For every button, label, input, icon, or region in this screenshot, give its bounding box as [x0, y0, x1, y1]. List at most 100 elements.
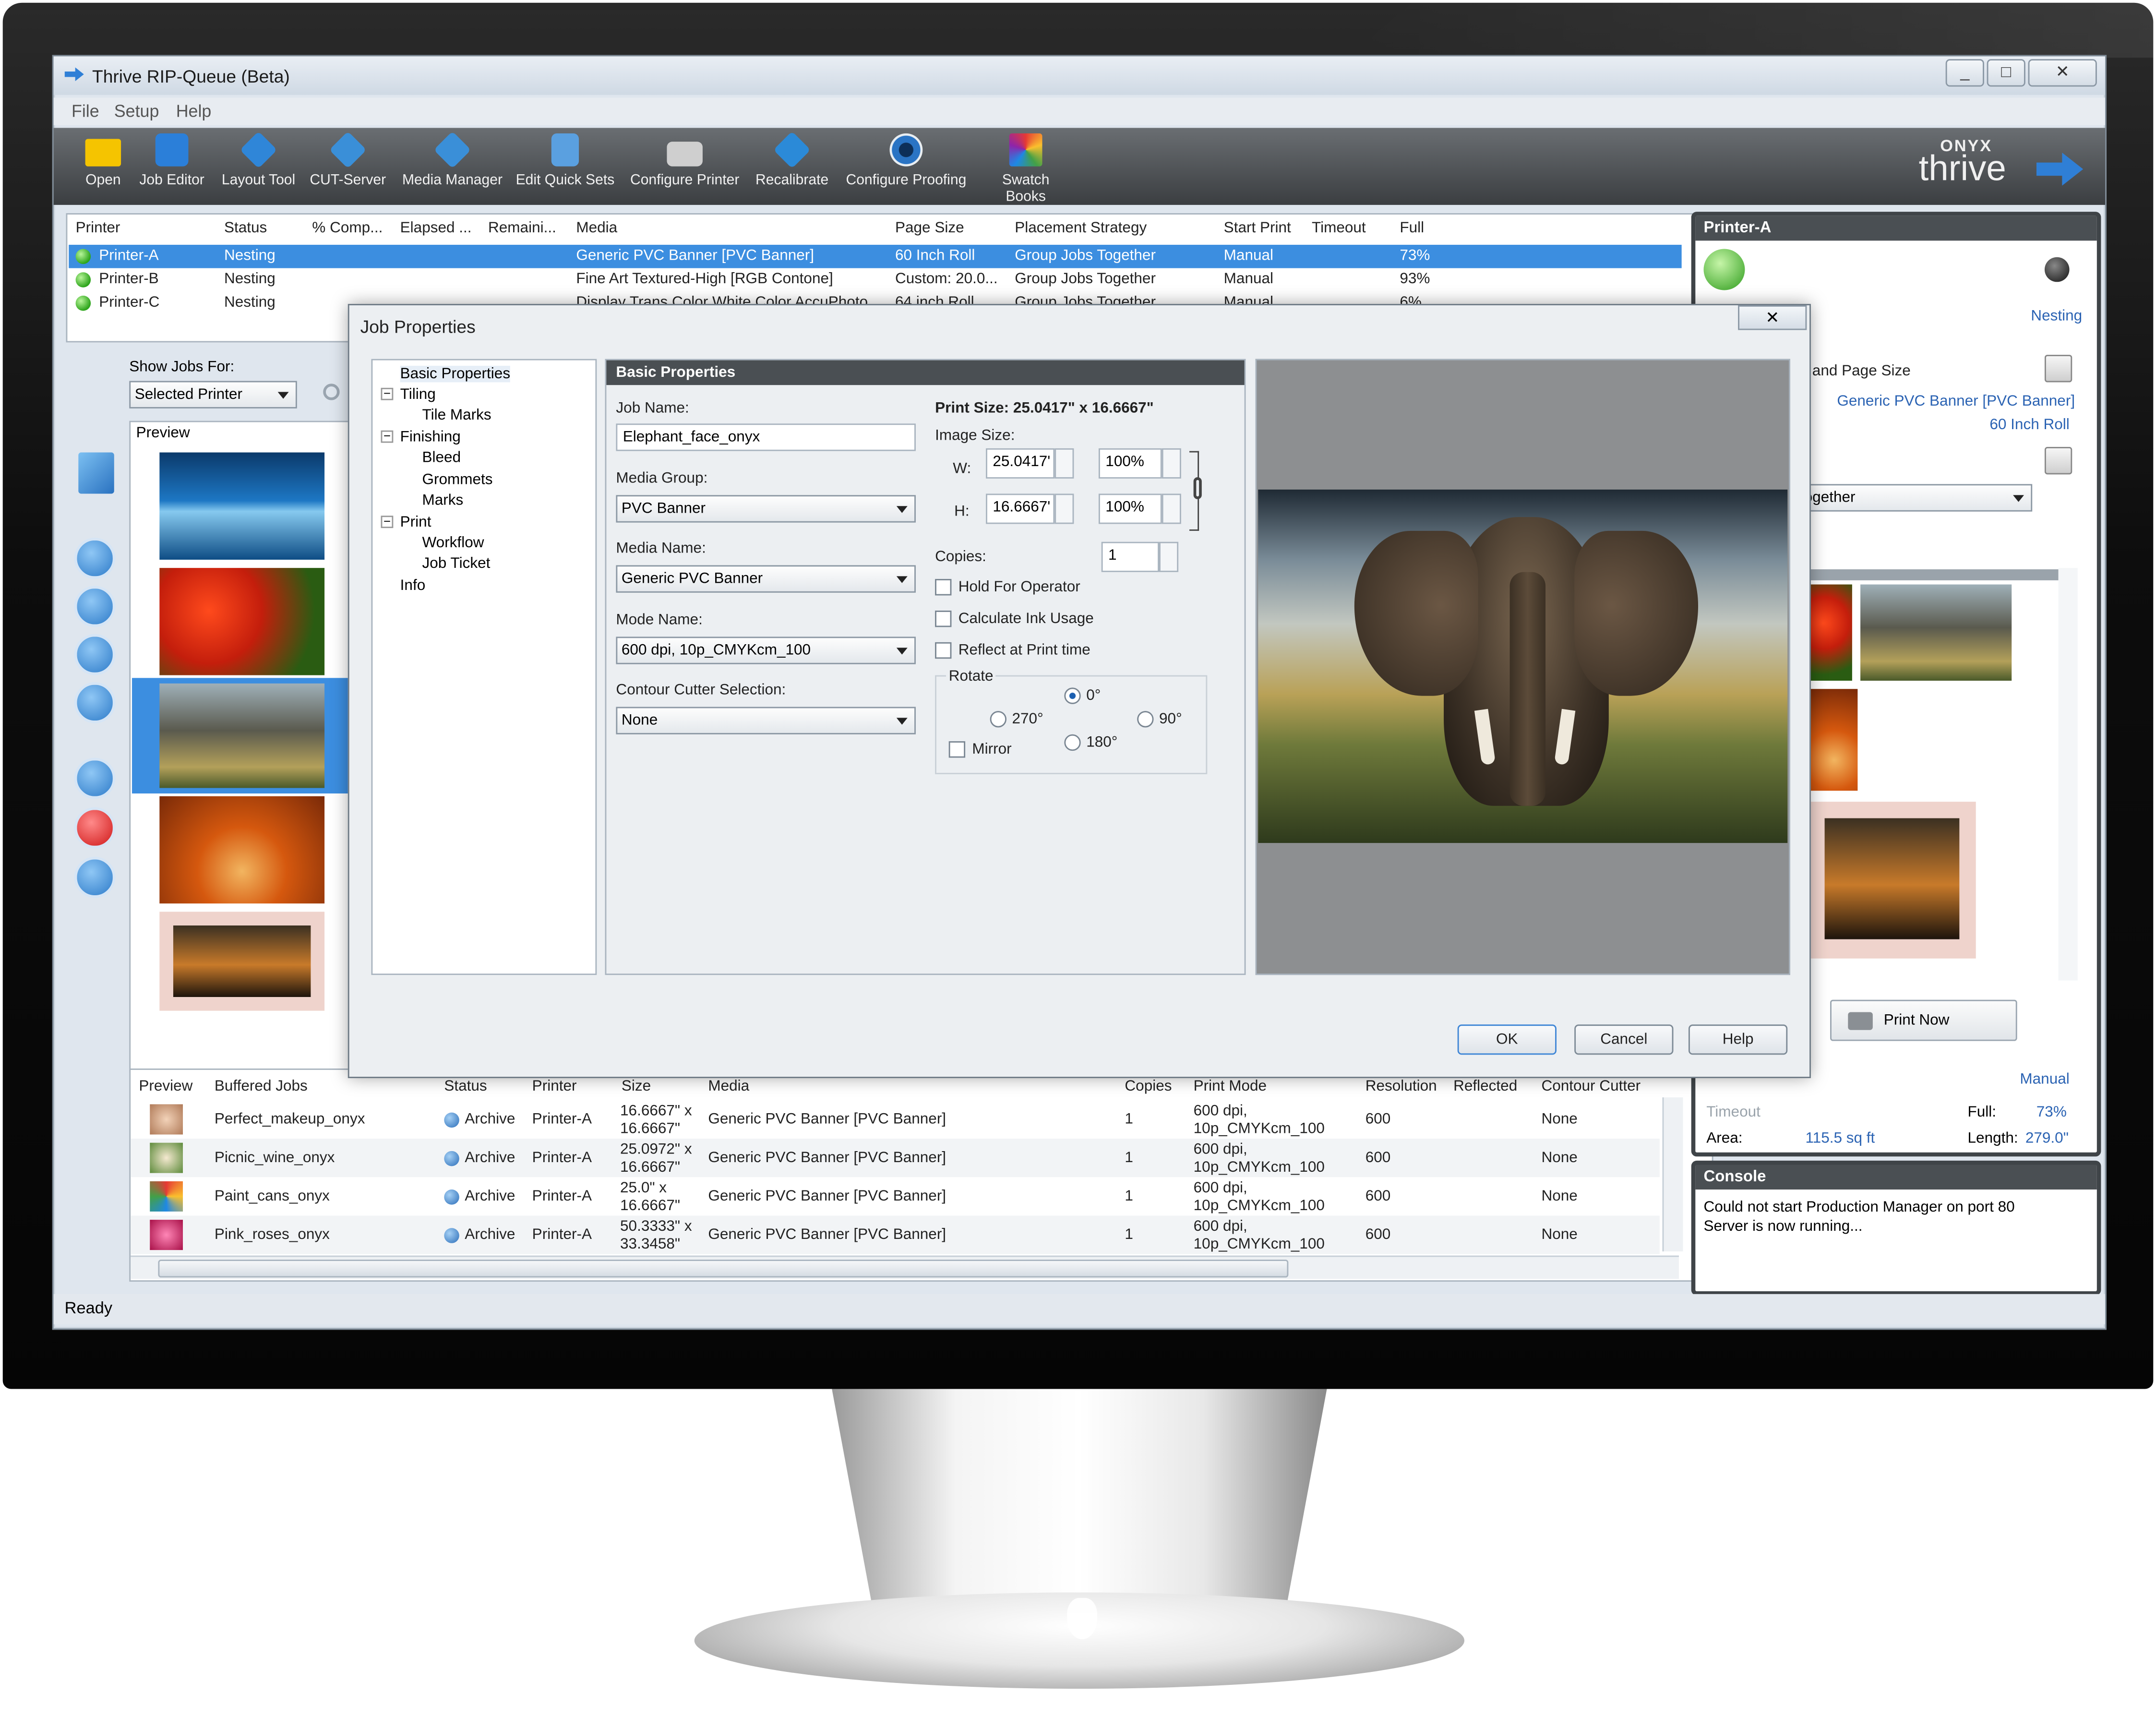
toolbar-media-manager-button[interactable]: Media Manager	[400, 131, 505, 188]
move-bottom-button[interactable]	[74, 682, 116, 723]
tree-job-ticket[interactable]: Job Ticket	[422, 555, 490, 572]
col-printer[interactable]: Printer	[76, 220, 120, 236]
toolbar-configure-proofing-button[interactable]: Configure Proofing	[843, 133, 970, 188]
col-copies[interactable]: Copies	[1125, 1078, 1172, 1094]
pause-button[interactable]	[74, 856, 116, 898]
col-percent[interactable]: % Comp...	[312, 220, 383, 236]
col-timeout[interactable]: Timeout	[1312, 220, 1366, 236]
duplicate-button[interactable]	[74, 757, 116, 799]
rotate-180-radio[interactable]	[1064, 734, 1081, 751]
col-page-size[interactable]: Page Size	[895, 220, 964, 236]
tree-bleed[interactable]: Bleed	[422, 450, 461, 466]
menu-setup[interactable]: Setup	[114, 102, 159, 121]
height-spinner[interactable]	[1054, 493, 1074, 524]
toolbar-configure-printer-button[interactable]: Configure Printer	[628, 133, 741, 188]
menu-help[interactable]: Help	[176, 102, 212, 121]
gear-icon[interactable]	[2044, 447, 2072, 475]
width-spinner[interactable]	[1054, 448, 1074, 479]
col-printer[interactable]: Printer	[532, 1078, 577, 1094]
height-input[interactable]: 16.6667'	[986, 493, 1055, 524]
hold-for-operator-checkbox[interactable]	[935, 579, 952, 596]
tree-workflow[interactable]: Workflow	[422, 535, 484, 551]
tree-info[interactable]: Info	[400, 577, 426, 594]
print-now-button[interactable]: Print Now	[1830, 999, 2017, 1041]
col-elapsed[interactable]: Elapsed ...	[400, 220, 472, 236]
settings-dial-icon[interactable]	[2044, 257, 2070, 282]
col-media[interactable]: Media	[708, 1078, 749, 1094]
move-top-button[interactable]	[74, 538, 116, 579]
toolbar-edit-quick-sets-button[interactable]: Edit Quick Sets	[515, 133, 614, 188]
buffered-row[interactable]: Paint_cans_onyx Archive Printer-A 25.0" …	[131, 1177, 1660, 1215]
col-full[interactable]: Full	[1400, 220, 1424, 236]
width-input[interactable]: 25.0417'	[986, 448, 1055, 479]
printer-row-a[interactable]: Printer-A Nesting Generic PVC Banner [PV…	[69, 244, 1682, 268]
toolbar-job-editor-button[interactable]: Job Editor	[136, 133, 208, 188]
chain-link-icon[interactable]	[1193, 477, 1202, 499]
collapse-icon[interactable]: −	[381, 515, 394, 529]
rotate-0-radio[interactable]	[1064, 687, 1081, 704]
col-print-mode[interactable]: Print Mode	[1194, 1078, 1267, 1094]
minimize-button[interactable]: _	[1945, 59, 1984, 87]
tree-finishing[interactable]: Finishing	[400, 429, 461, 445]
tree-grommets[interactable]: Grommets	[422, 472, 492, 488]
thumbnail-autumn[interactable]	[159, 796, 325, 904]
col-placement[interactable]: Placement Strategy	[1015, 220, 1147, 236]
buffered-row[interactable]: Picnic_wine_onyx Archive Printer-A 25.09…	[131, 1139, 1660, 1177]
height-percent-spinner[interactable]	[1162, 493, 1181, 524]
move-up-button[interactable]	[74, 586, 116, 627]
tree-print[interactable]: Print	[400, 514, 431, 530]
width-percent-input[interactable]: 100%	[1098, 448, 1162, 479]
job-name-input[interactable]: Elephant_face_onyx	[616, 423, 916, 451]
buffered-row[interactable]: Pink_roses_onyx Archive Printer-A 50.333…	[131, 1215, 1660, 1254]
help-button[interactable]: Help	[1688, 1024, 1788, 1055]
collapse-icon[interactable]: −	[381, 387, 394, 400]
col-media[interactable]: Media	[576, 220, 617, 236]
col-buffered-jobs[interactable]: Buffered Jobs	[215, 1078, 308, 1094]
thumbnail-elephant[interactable]	[159, 683, 325, 788]
toolbar-layout-tool-button[interactable]: Layout Tool	[219, 131, 299, 188]
col-contour-cutter[interactable]: Contour Cutter	[1541, 1078, 1641, 1094]
height-percent-input[interactable]: 100%	[1098, 493, 1162, 524]
col-preview[interactable]: Preview	[139, 1078, 192, 1094]
media-group-select[interactable]: PVC Banner	[616, 495, 916, 523]
tree-tiling[interactable]: Tiling	[400, 386, 436, 403]
ok-button[interactable]: OK	[1457, 1024, 1557, 1055]
dialog-close-button[interactable]: ✕	[1738, 305, 1807, 330]
mode-name-select[interactable]: 600 dpi, 10p_CMYKcm_100	[616, 637, 916, 664]
toolbar-swatch-books-button[interactable]: Swatch Books	[981, 133, 1071, 205]
toolbar-recalibrate-button[interactable]: Recalibrate	[752, 131, 832, 188]
toolbar-open-button[interactable]: Open	[76, 133, 131, 188]
panel-scrollbar[interactable]	[2058, 568, 2078, 981]
delete-button[interactable]	[74, 807, 116, 849]
thumbnail-flowers[interactable]	[159, 568, 325, 675]
search-icon[interactable]	[323, 384, 340, 400]
col-remaining[interactable]: Remaini...	[488, 220, 556, 236]
calculate-ink-checkbox[interactable]	[935, 610, 952, 627]
col-reflected[interactable]: Reflected	[1453, 1078, 1517, 1094]
col-size[interactable]: Size	[622, 1078, 651, 1094]
col-resolution[interactable]: Resolution	[1365, 1078, 1437, 1094]
reflect-checkbox[interactable]	[935, 642, 952, 659]
vertical-scrollbar[interactable]	[1662, 1097, 1683, 1251]
cancel-button[interactable]: Cancel	[1574, 1024, 1674, 1055]
menu-file[interactable]: File	[72, 102, 99, 121]
tree-marks[interactable]: Marks	[422, 493, 463, 509]
width-percent-spinner[interactable]	[1162, 448, 1181, 479]
copies-spinner[interactable]	[1159, 541, 1179, 572]
thumbnail-sunset-frame[interactable]	[159, 912, 325, 1011]
tree-basic-properties[interactable]: Basic Properties	[400, 366, 511, 383]
printer-row-b[interactable]: Printer-B Nesting Fine Art Textured-High…	[69, 268, 1681, 292]
collapse-icon[interactable]: −	[381, 430, 394, 443]
col-status[interactable]: Status	[444, 1078, 487, 1094]
media-name-select[interactable]: Generic PVC Banner	[616, 565, 916, 593]
buffered-row[interactable]: Perfect_makeup_onyx Archive Printer-A 16…	[131, 1100, 1660, 1139]
show-jobs-select[interactable]: Selected Printer	[129, 381, 297, 408]
copies-input[interactable]: 1	[1101, 541, 1160, 572]
scrollbar-thumb[interactable]	[158, 1260, 1289, 1278]
close-button[interactable]: ✕	[2028, 59, 2097, 87]
move-down-button[interactable]	[74, 634, 116, 675]
rotate-90-radio[interactable]	[1137, 711, 1154, 728]
gear-icon[interactable]	[2044, 355, 2072, 383]
col-status[interactable]: Status	[224, 220, 267, 236]
placement-select[interactable]: ogether	[1798, 484, 2033, 512]
